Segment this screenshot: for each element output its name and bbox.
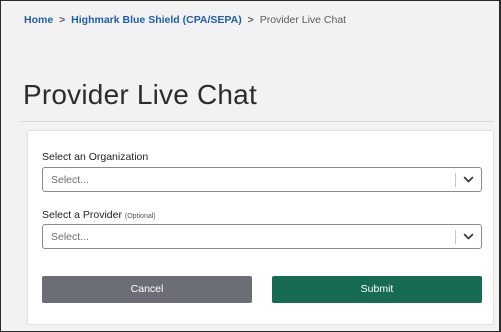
breadcrumb-parent-link[interactable]: Highmark Blue Shield (CPA/SEPA) xyxy=(71,14,242,26)
organization-select-placeholder: Select... xyxy=(51,174,89,186)
submit-button[interactable]: Submit xyxy=(272,276,482,303)
cancel-button[interactable]: Cancel xyxy=(42,276,252,303)
organization-label-text: Select an Organization xyxy=(42,151,149,163)
breadcrumb-separator: > xyxy=(247,14,254,26)
provider-label: Select a Provider (Optional) xyxy=(42,209,156,221)
provider-label-text: Select a Provider xyxy=(42,209,122,221)
provider-optional-tag: (Optional) xyxy=(124,213,156,220)
breadcrumb: Home > Highmark Blue Shield (CPA/SEPA) >… xyxy=(24,14,346,26)
title-divider xyxy=(21,121,494,122)
breadcrumb-separator: > xyxy=(59,14,66,26)
select-divider xyxy=(455,230,456,244)
chat-form-card: Select an Organization Select... Select … xyxy=(27,130,494,325)
organization-select[interactable]: Select... xyxy=(42,167,482,192)
page-frame: Home > Highmark Blue Shield (CPA/SEPA) >… xyxy=(0,0,501,332)
chevron-down-icon[interactable] xyxy=(461,172,476,187)
provider-select-placeholder: Select... xyxy=(51,231,89,243)
page-title: Provider Live Chat xyxy=(23,79,257,110)
chevron-down-icon[interactable] xyxy=(461,229,476,244)
provider-select[interactable]: Select... xyxy=(42,224,482,249)
breadcrumb-current: Provider Live Chat xyxy=(259,14,347,26)
select-divider xyxy=(455,173,456,187)
organization-label: Select an Organization xyxy=(42,151,148,163)
breadcrumb-home-link[interactable]: Home xyxy=(24,14,53,26)
